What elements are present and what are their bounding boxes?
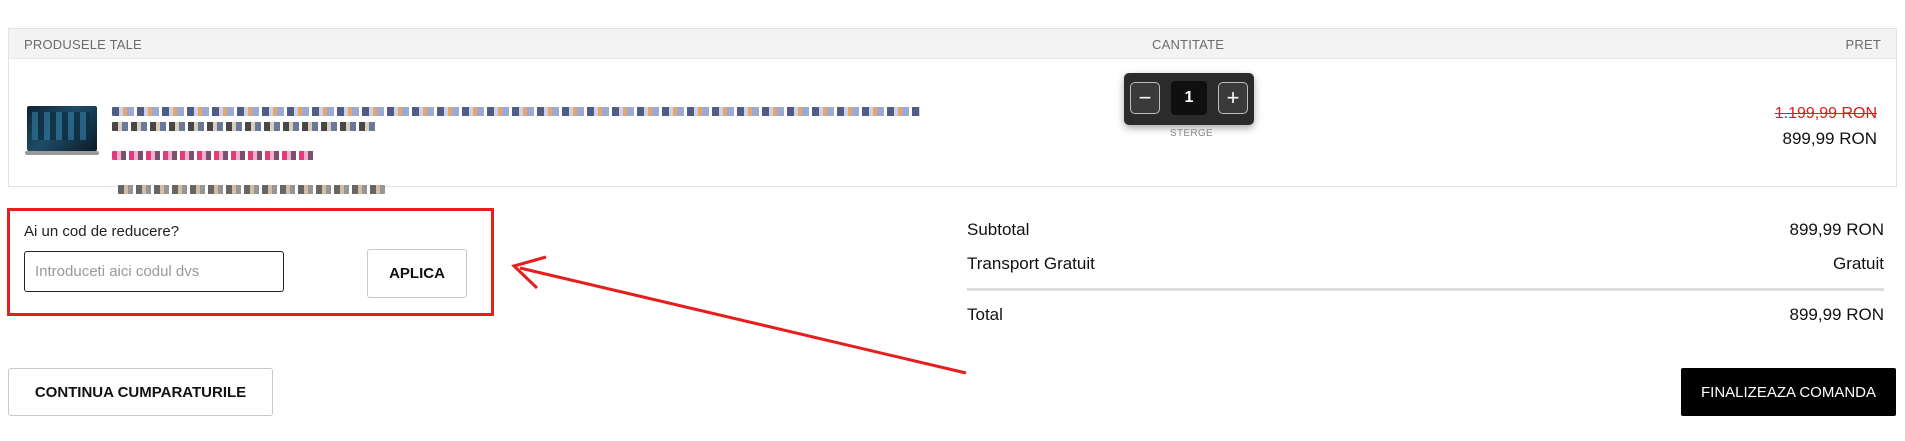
product-detail-blurred: [118, 185, 385, 194]
quantity-decrease-button[interactable]: −: [1130, 82, 1160, 114]
cart-item-row: [9, 59, 1896, 194]
cart-table-header: PRODUSELE TALE CANTITATE PRET: [9, 29, 1896, 59]
header-products: PRODUSELE TALE: [24, 37, 142, 52]
total-row: Total 899,99 RON: [967, 303, 1884, 337]
subtotal-label: Subtotal: [967, 220, 1030, 239]
quantity-stepper: − 1 +: [1124, 73, 1254, 125]
product-title-blurred[interactable]: [112, 107, 920, 116]
current-price: 899,99 RON: [1782, 129, 1878, 148]
continue-shopping-button[interactable]: CONTINUA CUMPARATURILE: [8, 368, 273, 416]
totals-divider: [967, 288, 1884, 291]
product-thumbnail[interactable]: [25, 106, 99, 155]
shipping-label: Transport Gratuit: [967, 254, 1095, 273]
shipping-value: Gratuit: [1832, 254, 1884, 273]
minus-icon: −: [1138, 85, 1152, 110]
plus-icon: +: [1226, 85, 1240, 110]
cart-table: PRODUSELE TALE CANTITATE PRET: [8, 28, 1897, 194]
subtotal-value: 899,99 RON: [1789, 220, 1885, 239]
item-price: 1.199,99 RON 899,99 RON: [1700, 28, 1887, 187]
subtotal-row: Subtotal 899,99 RON: [967, 218, 1884, 252]
coupon-section: Ai un cod de reducere? APLICA: [7, 208, 494, 316]
total-label: Total: [967, 305, 1003, 324]
total-value: 899,99 RON: [1789, 305, 1885, 324]
order-totals: Subtotal 899,99 RON Transport Gratuit Gr…: [967, 218, 1884, 337]
shipping-row: Transport Gratuit Gratuit: [967, 252, 1884, 286]
quantity-increase-button[interactable]: +: [1218, 82, 1248, 114]
quantity-value[interactable]: 1: [1171, 81, 1207, 115]
apply-coupon-button[interactable]: APLICA: [367, 249, 467, 298]
checkout-button[interactable]: FINALIZEAZA COMANDA: [1681, 368, 1896, 416]
coupon-code-input[interactable]: [24, 251, 284, 292]
old-price: 1.199,99 RON: [1774, 105, 1877, 122]
product-title-blurred-line2: [112, 122, 376, 131]
coupon-label: Ai un cod de reducere?: [24, 223, 180, 240]
product-variant-blurred: [112, 151, 316, 160]
remove-item-link[interactable]: STERGE: [1170, 128, 1213, 139]
header-quantity: CANTITATE: [1152, 37, 1225, 52]
